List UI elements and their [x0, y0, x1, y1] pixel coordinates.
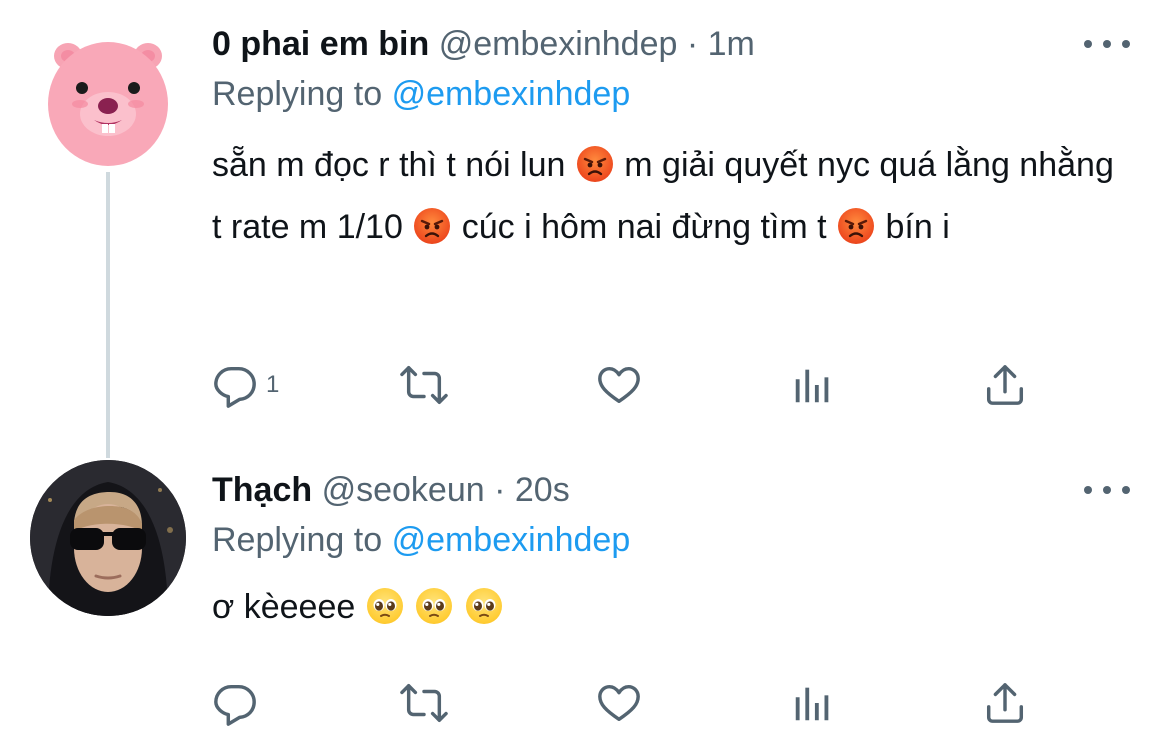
- pleading-face-emoji-icon: [366, 588, 403, 624]
- analytics-icon: [795, 687, 829, 721]
- mention-link[interactable]: @embexinhdep: [392, 521, 631, 559]
- tweet-text-part: cúc i hôm nai đừng tìm t: [452, 208, 837, 246]
- heart-icon: [598, 684, 640, 722]
- share-icon: [986, 365, 1024, 405]
- timestamp[interactable]: 1m: [708, 25, 755, 63]
- share-button[interactable]: [982, 678, 1028, 728]
- tweet-body: 0 phai em bin @embexinhdep · 1m Replying…: [212, 22, 1130, 258]
- more-dot-icon: [1122, 40, 1130, 48]
- like-button[interactable]: [596, 678, 642, 728]
- handle[interactable]: @seokeun: [322, 471, 485, 509]
- user-photo-avatar-icon: [30, 460, 186, 616]
- action-bar: [212, 678, 1062, 728]
- more-options-button[interactable]: [1084, 478, 1130, 502]
- tweet[interactable]: 0 phai em bin @embexinhdep · 1m Replying…: [0, 0, 1170, 440]
- more-dot-icon: [1103, 486, 1111, 494]
- tweet-header: 0 phai em bin @embexinhdep · 1m: [212, 22, 1130, 66]
- mention-link[interactable]: @embexinhdep: [392, 75, 631, 113]
- replying-prefix: Replying to: [212, 75, 383, 113]
- replying-prefix: Replying to: [212, 521, 383, 559]
- reply-icon: [214, 366, 256, 408]
- tweet-text: ơ kèeeee: [212, 576, 1117, 638]
- more-dot-icon: [1103, 40, 1111, 48]
- retweet-button[interactable]: [398, 360, 450, 410]
- pleading-face-emoji-icon: [465, 588, 502, 624]
- heart-icon: [598, 366, 640, 404]
- tweet[interactable]: Thạch @seokeun · 20s Replying to @embexi…: [0, 455, 1170, 741]
- timestamp[interactable]: 20s: [515, 471, 570, 509]
- replying-to: Replying to @embexinhdep: [212, 72, 1130, 116]
- retweet-button[interactable]: [398, 678, 450, 728]
- more-dot-icon: [1084, 40, 1092, 48]
- reply-button[interactable]: [212, 678, 266, 728]
- analytics-button[interactable]: [790, 360, 836, 410]
- reply-icon: [214, 684, 256, 726]
- tweet-text-part: ơ kèeeee: [212, 588, 365, 626]
- avatar[interactable]: [30, 18, 186, 174]
- more-dot-icon: [1084, 486, 1092, 494]
- tweet-header: Thạch @seokeun · 20s: [212, 468, 1130, 512]
- angry-face-emoji-icon: [576, 146, 613, 182]
- tweet-text-part: bín i: [876, 208, 950, 246]
- tweet-body: Thạch @seokeun · 20s Replying to @embexi…: [212, 468, 1130, 638]
- like-button[interactable]: [596, 360, 642, 410]
- reply-button[interactable]: 1: [212, 360, 279, 410]
- retweet-icon: [400, 684, 448, 722]
- avatar[interactable]: [30, 460, 186, 616]
- display-name[interactable]: Thạch: [212, 471, 312, 509]
- more-options-button[interactable]: [1084, 32, 1130, 56]
- pink-beaver-avatar-icon: [48, 42, 168, 166]
- more-dot-icon: [1122, 486, 1130, 494]
- share-button[interactable]: [982, 360, 1028, 410]
- analytics-button[interactable]: [790, 678, 836, 728]
- angry-face-emoji-icon: [414, 208, 451, 244]
- separator: ·: [494, 471, 506, 509]
- reply-count: 1: [266, 371, 280, 398]
- handle[interactable]: @embexinhdep: [439, 25, 678, 63]
- share-icon: [986, 683, 1024, 723]
- action-bar: 1: [212, 360, 1062, 410]
- angry-face-emoji-icon: [838, 208, 875, 244]
- replying-to: Replying to @embexinhdep: [212, 518, 1130, 562]
- analytics-icon: [795, 369, 829, 403]
- separator: ·: [686, 25, 699, 63]
- pleading-face-emoji-icon: [416, 588, 453, 624]
- tweet-text-part: sẵn m đọc r thì t nói lun: [212, 146, 575, 184]
- tweet-text: sẵn m đọc r thì t nói lun m giải quyết n…: [212, 134, 1117, 258]
- retweet-icon: [400, 366, 448, 404]
- display-name[interactable]: 0 phai em bin: [212, 25, 429, 63]
